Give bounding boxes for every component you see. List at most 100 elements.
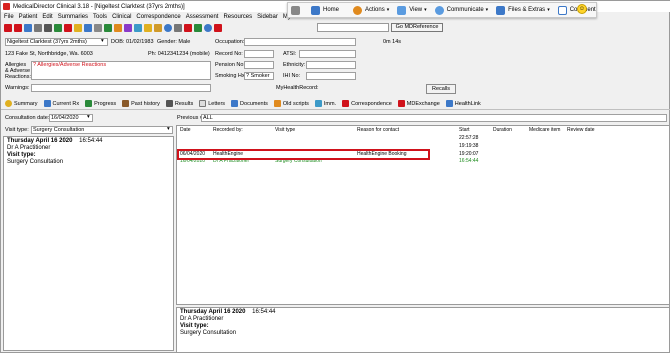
pension-no-field[interactable] xyxy=(244,61,274,69)
tab-progress[interactable]: Progress xyxy=(85,100,116,107)
clock-icon[interactable] xyxy=(94,24,102,32)
tab-healthlink[interactable]: HealthLink xyxy=(445,100,481,107)
actions-button[interactable]: Actions ▾ xyxy=(353,5,389,15)
col-recorded-by[interactable]: Recorded by: xyxy=(213,127,243,133)
chevron-down-icon[interactable]: ▾ xyxy=(101,38,104,44)
files-extras-button[interactable]: Files & Extras ▾ xyxy=(496,5,550,15)
book-icon[interactable] xyxy=(124,24,132,32)
info-icon[interactable] xyxy=(204,24,212,32)
menu-tools[interactable]: Tools xyxy=(93,14,107,20)
tab-label: MDExchange xyxy=(406,100,440,107)
tab-results[interactable]: Results xyxy=(165,100,193,107)
preview-visit-type-label: Visit type: xyxy=(180,323,209,329)
prescription-icon[interactable] xyxy=(24,24,32,32)
occupation-label: Occupation: xyxy=(215,39,245,45)
row-start: 19:20:07 xyxy=(459,151,479,157)
menu-sidebar[interactable]: Sidebar xyxy=(257,14,278,20)
tab-current-rx[interactable]: Current Rx xyxy=(43,100,79,107)
col-start[interactable]: Start xyxy=(459,127,470,133)
scale-icon[interactable] xyxy=(194,24,202,32)
calendar-icon[interactable] xyxy=(84,24,92,32)
tab-old-scripts[interactable]: Old scripts xyxy=(273,100,309,107)
tab-letters[interactable]: Letters xyxy=(199,100,225,107)
heart-icon[interactable] xyxy=(64,24,72,32)
tools-button[interactable] xyxy=(291,5,303,15)
calendar-icon[interactable]: ▾ xyxy=(87,114,90,120)
results-icon[interactable] xyxy=(54,24,62,32)
scripts-icon xyxy=(273,100,281,107)
recalls-button[interactable]: Recalls xyxy=(426,84,456,94)
view-button[interactable]: View ▾ xyxy=(397,5,427,15)
occupation-field[interactable] xyxy=(244,38,356,46)
patient-gender: Gender: Male xyxy=(157,39,191,45)
smoking-field[interactable]: ? Smoker xyxy=(244,72,274,80)
help-icon[interactable] xyxy=(164,24,172,32)
menu-clinical[interactable]: Clinical xyxy=(112,14,131,20)
patient-dob: DOB: 01/02/1983 xyxy=(111,39,154,45)
tab-immunisations[interactable]: Imm. xyxy=(314,100,336,107)
myhealthrecord-label: MyHealthRecord: xyxy=(276,85,319,91)
flask-icon[interactable] xyxy=(134,24,142,32)
patient-name-select[interactable]: Nigeltest Clarktest (37yrs 2mths) xyxy=(5,38,108,46)
menu-patient[interactable]: Patient xyxy=(19,14,38,20)
letter-icon[interactable] xyxy=(44,24,52,32)
menu-summaries[interactable]: Summaries xyxy=(58,14,88,20)
menu-edit[interactable]: Edit xyxy=(42,14,52,20)
allergies-label: Allergies & Adverse Reactions: xyxy=(5,62,31,80)
tab-label: Documents xyxy=(240,100,268,107)
ihi-field[interactable] xyxy=(306,72,356,80)
tab-mdexchange[interactable]: MDExchange xyxy=(397,100,440,107)
visit-type-select[interactable]: Surgery Consultation xyxy=(31,126,173,134)
tab-summary[interactable]: Summary xyxy=(5,100,38,107)
graph-icon[interactable] xyxy=(104,24,112,32)
menu-correspondence[interactable]: Correspondence xyxy=(136,14,180,20)
highlight-box xyxy=(177,149,430,160)
print-icon[interactable] xyxy=(34,24,42,32)
warnings-label: Warnings: xyxy=(5,85,30,91)
tab-past-history[interactable]: Past history xyxy=(122,100,160,107)
consultation-date-label: Consultation date: xyxy=(5,115,50,121)
warnings-field[interactable] xyxy=(31,84,211,92)
menu-file[interactable]: File xyxy=(4,14,14,20)
bell-icon[interactable] xyxy=(74,24,82,32)
mail-icon[interactable] xyxy=(144,24,152,32)
tab-label: Letters xyxy=(208,100,226,107)
table-row[interactable]: 22:57:28 xyxy=(178,135,670,142)
folder-icon[interactable] xyxy=(154,24,162,32)
close-patient-icon[interactable] xyxy=(14,24,22,32)
current-note-editor[interactable]: Thursday April 16 2020 16:54:44 Dr A Pra… xyxy=(3,136,174,351)
communicate-button[interactable]: Communicate ▾ xyxy=(434,5,488,15)
notes-icon[interactable] xyxy=(114,24,122,32)
col-medicare-item[interactable]: Medicare item xyxy=(529,127,560,133)
col-review-date[interactable]: Review date xyxy=(567,127,595,133)
home-button[interactable]: Home xyxy=(311,5,339,15)
menu-resources[interactable]: Resources xyxy=(223,14,252,20)
tools-icon xyxy=(291,5,300,15)
tab-correspondence[interactable]: Correspondence xyxy=(342,100,392,107)
exit-icon[interactable] xyxy=(214,24,222,32)
chevron-down-icon[interactable]: ▾ xyxy=(167,126,170,132)
allergies-field[interactable]: ? Allergies/Adverse Reactions xyxy=(31,61,211,80)
md-reference-search-input[interactable] xyxy=(317,23,389,32)
quick-ribbon: Home Actions ▾ View ▾ Communicate ▾ File… xyxy=(287,2,597,18)
col-reason[interactable]: Reason for contact xyxy=(357,127,399,133)
tab-label: Summary xyxy=(14,100,38,107)
previous-visits-select[interactable]: ALL xyxy=(201,114,667,122)
col-duration[interactable]: Duration xyxy=(493,127,512,133)
atsi-field[interactable] xyxy=(299,50,356,58)
syringe-icon[interactable] xyxy=(184,24,192,32)
col-visit-type[interactable]: Visit type xyxy=(275,127,295,133)
menu-assessment[interactable]: Assessment xyxy=(186,14,219,20)
note-time: 16:54:44 xyxy=(79,138,103,144)
smiley-icon[interactable]: ☺ xyxy=(577,4,587,14)
go-md-reference-button[interactable]: Go MDReference xyxy=(391,23,443,32)
atsi-label: ATSI: xyxy=(283,51,297,57)
allergies-value: ? Allergies/Adverse Reactions xyxy=(33,62,107,68)
ethnicity-field[interactable] xyxy=(306,61,356,69)
col-date[interactable]: Date xyxy=(180,127,191,133)
clinical-tabs: Summary Current Rx Progress Past history… xyxy=(1,98,670,110)
calculator-icon[interactable] xyxy=(174,24,182,32)
new-patient-icon[interactable] xyxy=(4,24,12,32)
tab-documents[interactable]: Documents xyxy=(231,100,268,107)
record-no-field[interactable] xyxy=(244,50,274,58)
